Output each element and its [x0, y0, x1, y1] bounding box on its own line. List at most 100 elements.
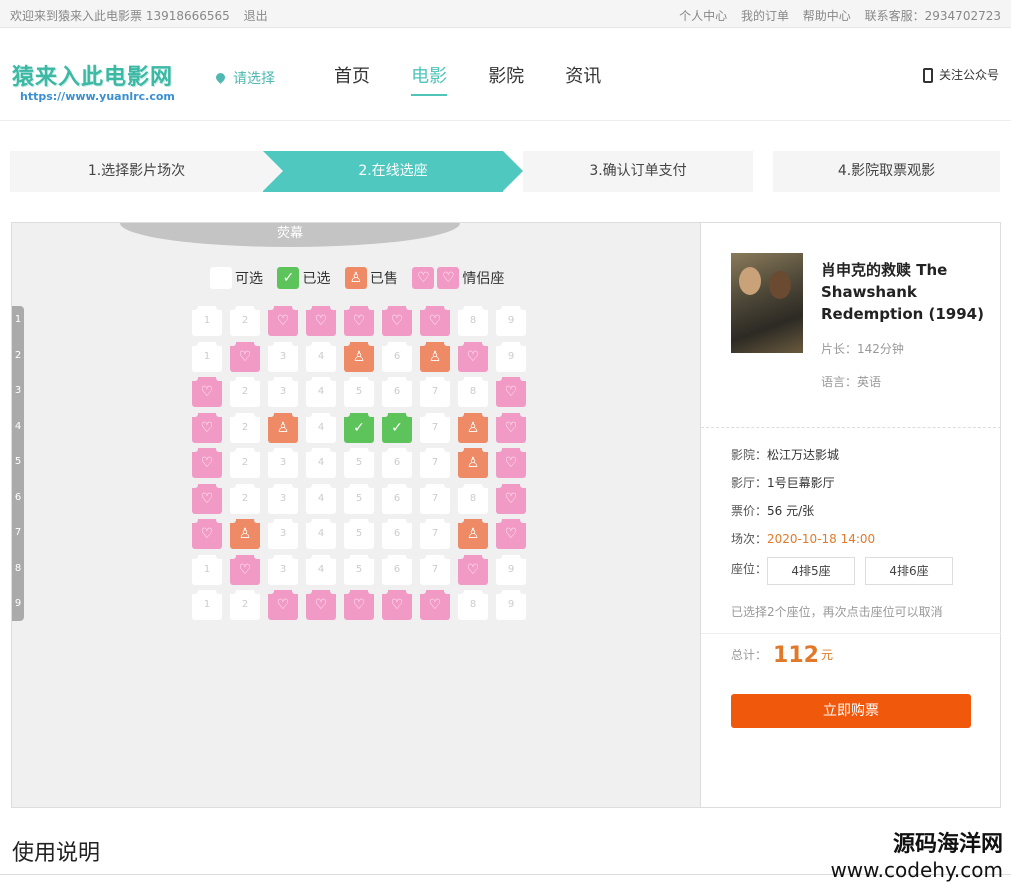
seat[interactable]: 3 — [268, 377, 298, 407]
seat[interactable]: 2 — [230, 483, 260, 514]
seat[interactable]: 3 — [268, 341, 298, 372]
seat[interactable]: ✓ — [382, 412, 412, 443]
seat[interactable]: ♡ — [230, 554, 260, 585]
seat[interactable]: ♡ — [192, 412, 222, 443]
seat[interactable]: 9 — [496, 554, 526, 585]
seat[interactable]: ♡ — [306, 306, 336, 336]
seat[interactable]: 5 — [344, 554, 374, 585]
legend-sold: 已售 — [369, 271, 398, 287]
check-icon: ✓ — [391, 419, 403, 436]
seat[interactable]: 6 — [382, 554, 412, 585]
seat: ♙ — [458, 519, 488, 549]
seat[interactable]: 4 — [306, 448, 336, 478]
seat[interactable]: 1 — [192, 341, 222, 372]
seat[interactable]: ♡ — [192, 377, 222, 407]
seat[interactable]: 8 — [458, 590, 488, 620]
contact-service-link[interactable]: 联系客服：2934702723 — [865, 9, 1001, 23]
seat[interactable]: ♡ — [496, 448, 526, 478]
seat[interactable]: ♡ — [306, 590, 336, 620]
seat[interactable]: ♡ — [496, 519, 526, 549]
nav-movies[interactable]: 电影 — [411, 62, 448, 96]
seat[interactable]: 3 — [268, 554, 298, 585]
seat[interactable]: 6 — [382, 519, 412, 549]
seat[interactable]: 4 — [306, 412, 336, 443]
seat[interactable]: 3 — [268, 448, 298, 478]
seat[interactable]: 3 — [268, 519, 298, 549]
seat[interactable]: ♡ — [192, 448, 222, 478]
seat[interactable]: 9 — [496, 306, 526, 336]
seat[interactable]: 6 — [382, 341, 412, 372]
movie-title: 肖申克的救赎 The Shawshank Redemption (1994) — [821, 261, 984, 323]
seat[interactable]: ♡ — [268, 306, 298, 336]
seat[interactable]: ♡ — [496, 483, 526, 514]
follow-official-account[interactable]: 关注公众号 — [922, 66, 999, 83]
seat[interactable]: ♡ — [344, 590, 374, 620]
seat[interactable]: ✓ — [344, 412, 374, 443]
seat[interactable]: ♡ — [230, 341, 260, 372]
seat[interactable]: 7 — [420, 377, 450, 407]
seat[interactable]: 1 — [192, 306, 222, 336]
seat[interactable]: 7 — [420, 519, 450, 549]
logout-link[interactable]: 退出 — [244, 9, 268, 23]
seat[interactable]: 8 — [458, 377, 488, 407]
seat[interactable]: 8 — [458, 306, 488, 336]
seat[interactable]: 9 — [496, 590, 526, 620]
nav-cinemas[interactable]: 影院 — [488, 62, 524, 94]
seat[interactable]: 5 — [344, 519, 374, 549]
seat[interactable]: 2 — [230, 306, 260, 336]
help-center-link[interactable]: 帮助中心 — [803, 9, 851, 23]
seat[interactable]: 6 — [382, 377, 412, 407]
seat[interactable]: ♡ — [192, 519, 222, 549]
seat[interactable]: ♡ — [420, 590, 450, 620]
seat[interactable]: 6 — [382, 483, 412, 514]
seat[interactable]: 5 — [344, 448, 374, 478]
seat[interactable]: ♡ — [382, 306, 412, 336]
seat[interactable]: 4 — [306, 377, 336, 407]
nav-news[interactable]: 资讯 — [565, 62, 601, 94]
seat[interactable]: 5 — [344, 483, 374, 514]
seat[interactable]: 2 — [230, 590, 260, 620]
seat[interactable]: 3 — [268, 483, 298, 514]
seat[interactable]: ♡ — [344, 306, 374, 336]
seat[interactable]: ♡ — [382, 590, 412, 620]
seat[interactable]: 1 — [192, 554, 222, 585]
seat[interactable]: 7 — [420, 412, 450, 443]
selected-seat-ticket[interactable]: 4排5座 — [767, 557, 855, 585]
seat[interactable]: 2 — [230, 377, 260, 407]
seat[interactable]: 7 — [420, 448, 450, 478]
seat[interactable]: ♡ — [268, 590, 298, 620]
seat[interactable]: 4 — [306, 341, 336, 372]
legend-selected: 已选 — [302, 271, 331, 287]
seat[interactable]: 2 — [230, 412, 260, 443]
seat[interactable]: 1 — [192, 590, 222, 620]
seat[interactable]: 4 — [306, 554, 336, 585]
seat[interactable]: 4 — [306, 519, 336, 549]
seat[interactable]: ♡ — [496, 412, 526, 443]
seat[interactable]: ♡ — [420, 306, 450, 336]
heart-icon: ♡ — [352, 597, 366, 613]
seat[interactable]: ♡ — [458, 554, 488, 585]
heart-icon: ♡ — [466, 561, 480, 578]
ticket-price: 56 元/张 — [767, 504, 815, 518]
user-center-link[interactable]: 个人中心 — [679, 9, 727, 23]
seat: ♙ — [344, 341, 374, 372]
seat[interactable]: 2 — [230, 448, 260, 478]
seat[interactable]: ♡ — [458, 341, 488, 372]
row-number: 1 — [14, 314, 22, 325]
seat[interactable]: 7 — [420, 554, 450, 585]
seat[interactable]: 8 — [458, 483, 488, 514]
seat[interactable]: 6 — [382, 448, 412, 478]
my-orders-link[interactable]: 我的订单 — [741, 9, 789, 23]
location-selector[interactable]: 请选择 — [214, 68, 275, 88]
seat[interactable]: ♡ — [192, 483, 222, 514]
seat[interactable]: 5 — [344, 377, 374, 407]
buy-now-button[interactable]: 立即购票 — [731, 694, 971, 728]
selected-seat-ticket[interactable]: 4排6座 — [865, 557, 953, 585]
logo-url: https://www.yuanlrc.com — [20, 90, 175, 103]
seat[interactable]: 4 — [306, 483, 336, 514]
seat[interactable]: 9 — [496, 341, 526, 372]
seat[interactable]: 7 — [420, 483, 450, 514]
nav-home[interactable]: 首页 — [334, 62, 370, 94]
seat[interactable]: ♡ — [496, 377, 526, 407]
site-logo[interactable]: 猿来入此电影网 https://www.yuanlrc.com — [12, 59, 175, 103]
